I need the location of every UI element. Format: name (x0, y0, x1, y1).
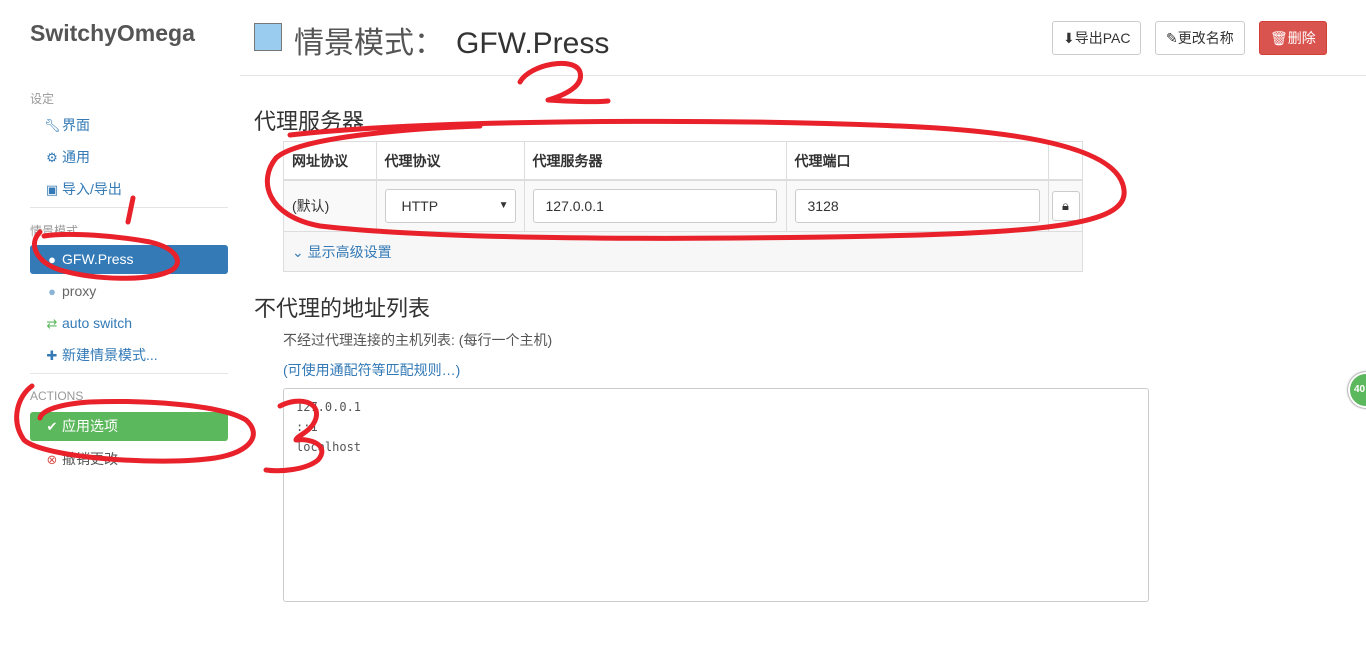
port-input[interactable]: 3128 (794, 188, 1040, 223)
discard-changes-button[interactable]: ⊗ 撤销更改 (30, 445, 228, 474)
lock-icon: 🔒︎ (1062, 197, 1069, 213)
column-header-protocol: 代理协议 (376, 142, 525, 181)
chevron-down-icon: ⌄ (292, 244, 304, 260)
check-circle-icon: ✔ (46, 419, 58, 434)
sidebar-item-auto-switch[interactable]: ⇄ auto switch (30, 309, 228, 338)
port-cell: 3128 (786, 180, 1049, 232)
brand-title: SwitchyOmega (30, 20, 195, 46)
sidebar-item-label: GFW.Press (62, 251, 134, 267)
profile-name: GFW.Press (456, 27, 610, 60)
floppy-icon: ▣ (45, 182, 59, 197)
settings-section-label: 设定 (30, 92, 55, 106)
sidebar: SwitchyOmega 设定 🔧︎界面 ⚙ 通用 ▣ 导入/导出 情景模式 ● GF… (0, 0, 240, 653)
sidebar-item-label: 界面 (62, 117, 90, 133)
gear-icon: ⚙ (46, 150, 58, 165)
bypass-section-title: 不代理的地址列表 (254, 296, 431, 321)
sidebar-item-interface[interactable]: 🔧︎界面 (30, 111, 228, 140)
sidebar-item-general[interactable]: ⚙ 通用 (30, 143, 228, 172)
divider (30, 373, 228, 374)
page-header: 情景模式： GFW.Press ⬇导出PAC ✎更改名称 🗑︎删除 (240, 0, 1366, 76)
rename-button[interactable]: ✎更改名称 (1155, 21, 1245, 55)
delete-label: 删除 (1287, 30, 1316, 46)
column-header-port: 代理端口 (786, 142, 1049, 181)
show-advanced-label: 显示高级设置 (307, 244, 392, 260)
wrench-icon: 🔧︎ (44, 118, 61, 133)
server-cell: 127.0.0.1 (524, 180, 787, 232)
divider (30, 207, 228, 208)
column-header-scheme: 网址协议 (284, 142, 377, 181)
sidebar-item-gfw-press[interactable]: ● GFW.Press (30, 245, 228, 274)
sidebar-item-import-export[interactable]: ▣ 导入/导出 (30, 175, 228, 204)
export-pac-button[interactable]: ⬇导出PAC (1052, 21, 1142, 55)
discard-label: 撤销更改 (62, 451, 118, 467)
protocol-select[interactable]: HTTP ▼ (384, 188, 516, 223)
protocol-value: HTTP (401, 197, 439, 214)
switch-icon: ⇄ (46, 316, 58, 331)
close-circle-icon: ⊗ (46, 452, 58, 467)
trash-icon: 🗑︎ (1270, 30, 1288, 46)
sidebar-item-label: 导入/导出 (62, 181, 122, 197)
globe-icon: ● (48, 284, 56, 299)
column-header-server: 代理服务器 (524, 142, 787, 181)
page-title: 情景模式： GFW.Press (294, 18, 609, 62)
auth-lock-button[interactable]: 🔒︎ (1051, 190, 1080, 221)
rename-label: 更改名称 (1177, 30, 1234, 46)
protocol-cell: HTTP ▼ (376, 180, 525, 232)
actions-section-label: ACTIONS (30, 389, 84, 403)
sidebar-item-label: 新建情景模式... (62, 347, 158, 363)
sidebar-item-label: 通用 (62, 149, 90, 165)
proxy-server-panel: 网址协议 代理协议 代理服务器 代理端口 (默认) HTTP ▼ 127.0.0… (283, 141, 1083, 272)
globe-icon: ● (48, 252, 56, 267)
table-header-row: 网址协议 代理协议 代理服务器 代理端口 (284, 142, 1082, 181)
apply-label: 应用选项 (62, 418, 118, 434)
title-label: 情景模式： (294, 27, 444, 60)
caret-down-icon: ▼ (498, 199, 509, 211)
delete-button[interactable]: 🗑︎删除 (1259, 21, 1327, 55)
plus-icon: ✚ (46, 348, 58, 363)
export-pac-label: 导出PAC (1074, 30, 1131, 46)
download-icon: ⬇ (1063, 30, 1075, 46)
sidebar-item-proxy[interactable]: ● proxy (30, 277, 228, 306)
proxy-section-title: 代理服务器 (254, 109, 365, 134)
wildcard-rules-link[interactable]: (可使用通配符等匹配规则…) (283, 360, 460, 380)
proxy-table: 网址协议 代理协议 代理服务器 代理端口 (默认) HTTP ▼ 127.0.0… (284, 142, 1082, 232)
scheme-cell: (默认) (284, 180, 377, 232)
apply-options-button[interactable]: ✔ 应用选项 (30, 412, 228, 441)
lock-cell: 🔒︎ (1048, 180, 1082, 232)
show-advanced-link[interactable]: ⌄ 显示高级设置 (292, 242, 392, 262)
bypass-description: 不经过代理连接的主机列表: (每行一个主机) (283, 332, 553, 348)
profile-color-swatch[interactable] (254, 23, 282, 51)
server-input[interactable]: 127.0.0.1 (532, 188, 777, 223)
table-row: (默认) HTTP ▼ 127.0.0.1 3128 🔒︎ (284, 180, 1082, 232)
bypass-list-textarea[interactable]: 127.0.0.1 ::1 localhost (283, 388, 1149, 602)
floating-badge[interactable]: 40 (1348, 372, 1366, 408)
profiles-section-label: 情景模式 (30, 224, 79, 238)
edit-icon: ✎ (1166, 30, 1178, 46)
sidebar-item-new-profile[interactable]: ✚ 新建情景模式... (30, 341, 228, 370)
sidebar-item-label: auto switch (62, 315, 133, 331)
sidebar-item-label: proxy (62, 283, 97, 299)
column-header-lock (1048, 142, 1082, 181)
